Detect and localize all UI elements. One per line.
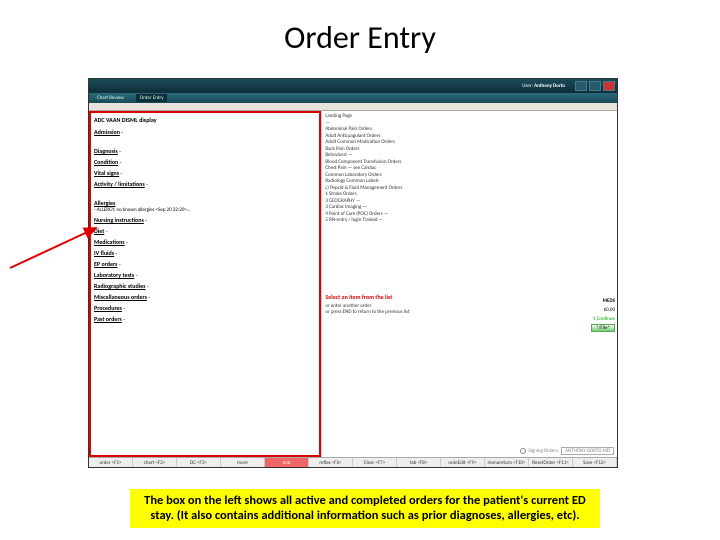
function-key-bar: order <F1> chart <F2> DC <F3> more end r… bbox=[89, 457, 617, 467]
fkey-f1[interactable]: order <F1> bbox=[89, 458, 133, 467]
prompt-area: Select an item from the list or enter an… bbox=[322, 291, 617, 317]
app-body: ADC VAAN DISML display Admission - Diagn… bbox=[89, 111, 617, 457]
window-minimize-icon[interactable] bbox=[575, 81, 587, 91]
section-admission[interactable]: Admission bbox=[94, 128, 120, 136]
fkey-f11[interactable]: ResetOrder <F11> bbox=[529, 458, 573, 467]
section-diagnosis[interactable]: Diagnosis bbox=[94, 147, 118, 155]
select-prompt: Select an item from the list bbox=[325, 293, 614, 301]
toolbar bbox=[89, 103, 617, 111]
fkey-f10[interactable]: menureturn <F10> bbox=[485, 458, 529, 467]
section-condition[interactable]: Condition bbox=[94, 158, 118, 166]
list-item[interactable]: 5 RN-entry / login Trained — bbox=[325, 217, 614, 224]
section-activity[interactable]: Activity / limitations bbox=[94, 180, 145, 188]
titlebar-user: User: Anthony Dorto bbox=[522, 83, 565, 89]
right-panel: Landing Page — Abdominal Pain Orders Adu… bbox=[321, 111, 617, 457]
section-medications[interactable]: Medications bbox=[94, 238, 125, 246]
section-past[interactable]: Past orders bbox=[94, 315, 122, 323]
fkey-more[interactable]: more bbox=[221, 458, 265, 467]
tab-chart-review[interactable]: Chart Review bbox=[93, 94, 128, 102]
signing-label: Signing Orders: bbox=[528, 448, 559, 454]
order-list: Landing Page — Abdominal Pain Orders Adu… bbox=[322, 111, 617, 291]
window-maximize-icon[interactable] bbox=[589, 81, 601, 91]
section-iv[interactable]: IV fluids bbox=[94, 249, 114, 257]
fkey-end[interactable]: end bbox=[265, 458, 309, 467]
prev-prompt: or enter another order or press END to r… bbox=[325, 303, 614, 315]
section-misc[interactable]: Miscellaneous orders bbox=[94, 293, 147, 301]
window-titlebar: User: Anthony Dorto bbox=[89, 79, 617, 93]
fkey-f7[interactable]: Clear <F7> bbox=[353, 458, 397, 467]
cost-label: $0.00 bbox=[591, 307, 615, 313]
window-close-icon[interactable] bbox=[603, 81, 615, 91]
section-vitals[interactable]: Vital signs bbox=[94, 169, 119, 177]
signing-name: ANTHONY DORTO MD bbox=[561, 447, 614, 455]
section-lab[interactable]: Laboratory tests bbox=[94, 271, 134, 279]
section-proc[interactable]: Procedures bbox=[94, 304, 122, 312]
allergy-row: - ALLERGY: no known allergies <Sep 20 22… bbox=[94, 207, 316, 213]
fkey-f6[interactable]: reflex <F6> bbox=[309, 458, 353, 467]
radio-icon[interactable] bbox=[520, 448, 526, 454]
section-diet[interactable]: Diet bbox=[94, 227, 104, 235]
right-sidebar: MEDS $0.00 1 Continue */File* bbox=[591, 298, 615, 332]
left-panel: ADC VAAN DISML display Admission - Diagn… bbox=[89, 111, 321, 457]
fkey-f8[interactable]: tab <F8> bbox=[397, 458, 441, 467]
section-allergies[interactable]: Allergies bbox=[94, 199, 115, 207]
section-ep[interactable]: EP orders bbox=[94, 260, 117, 268]
meds-label: MEDS bbox=[591, 298, 615, 304]
fkey-f2[interactable]: chart <F2> bbox=[133, 458, 177, 467]
file-button[interactable]: */File* bbox=[591, 324, 615, 332]
fkey-f12[interactable]: Save <F12> bbox=[573, 458, 617, 467]
signing-row: Signing Orders: ANTHONY DORTO MD bbox=[520, 447, 614, 455]
fkey-f9[interactable]: noteEdit <F9> bbox=[441, 458, 485, 467]
continue-link[interactable]: 1 Continue bbox=[591, 316, 615, 322]
left-header: ADC VAAN DISML display bbox=[94, 116, 316, 124]
tab-order-entry[interactable]: Order Entry bbox=[136, 94, 168, 102]
fkey-f3[interactable]: DC <F3> bbox=[177, 458, 221, 467]
slide-title: Order Entry bbox=[0, 0, 720, 57]
app-window: User: Anthony Dorto Chart Review Order E… bbox=[88, 78, 618, 468]
section-radio[interactable]: Radiographic studies bbox=[94, 282, 146, 290]
menubar: Chart Review Order Entry bbox=[89, 93, 617, 103]
caption-box: The box on the left shows all active and… bbox=[130, 489, 600, 528]
section-nursing[interactable]: Nursing instructions bbox=[94, 216, 144, 224]
